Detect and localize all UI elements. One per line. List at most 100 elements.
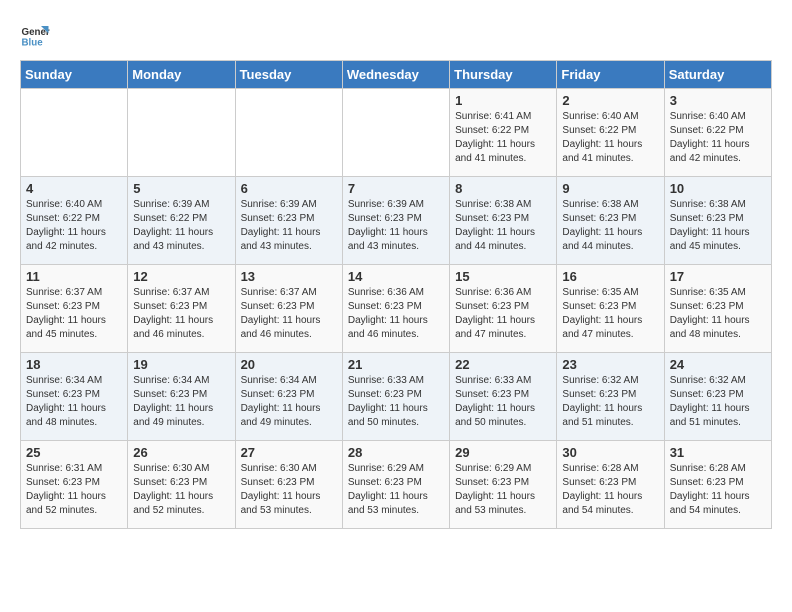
day-number: 13 — [241, 269, 337, 284]
calendar-day-cell — [21, 89, 128, 177]
calendar-table: SundayMondayTuesdayWednesdayThursdayFrid… — [20, 60, 772, 529]
calendar-day-cell: 5 Sunrise: 6:39 AM Sunset: 6:22 PM Daylig… — [128, 177, 235, 265]
day-info: Sunrise: 6:38 AM Sunset: 6:23 PM Dayligh… — [455, 198, 551, 254]
calendar-day-cell: 26Sunrise: 6:30 AM Sunset: 6:23 PM Dayli… — [128, 441, 235, 529]
calendar-day-cell: 30Sunrise: 6:28 AM Sunset: 6:23 PM Dayli… — [557, 441, 664, 529]
day-number: 16 — [562, 269, 658, 284]
day-number: 14 — [348, 269, 444, 284]
day-number: 4 — [26, 181, 122, 196]
calendar-day-cell: 21 Sunrise: 6:33 AM Sunset: 6:23 PM Dayli… — [342, 353, 449, 441]
calendar-day-cell: 29 Sunrise: 6:29 AM Sunset: 6:23 PM Dayli… — [450, 441, 557, 529]
logo-icon: General Blue — [20, 20, 50, 50]
day-info: Sunrise: 6:28 AM Sunset: 6:23 PM Dayligh… — [670, 462, 766, 518]
day-of-week-header: Sunday — [21, 61, 128, 89]
day-info: Sunrise: 6:33 AM Sunset: 6:23 PM Dayligh… — [348, 374, 444, 430]
day-info: Sunrise: 6:29 AM Sunset: 6:23 PM Dayligh… — [348, 462, 444, 518]
day-info: Sunrise: 6:34 AM Sunset: 6:23 PM Dayligh… — [133, 374, 229, 430]
calendar-header-row: SundayMondayTuesdayWednesdayThursdayFrid… — [21, 61, 772, 89]
calendar-week-row: 11 Sunrise: 6:37 AM Sunset: 6:23 PM Dayli… — [21, 265, 772, 353]
day-info: Sunrise: 6:39 AM Sunset: 6:22 PM Dayligh… — [133, 198, 229, 254]
day-number: 9 — [562, 181, 658, 196]
day-info: Sunrise: 6:34 AM Sunset: 6:23 PM Dayligh… — [26, 374, 122, 430]
calendar-week-row: 1 Sunrise: 6:41 AM Sunset: 6:22 PM Daylig… — [21, 89, 772, 177]
calendar-day-cell — [235, 89, 342, 177]
calendar-day-cell — [342, 89, 449, 177]
day-info: Sunrise: 6:30 AM Sunset: 6:23 PM Dayligh… — [241, 462, 337, 518]
calendar-day-cell: 23 Sunrise: 6:32 AM Sunset: 6:23 PM Dayli… — [557, 353, 664, 441]
day-info: Sunrise: 6:35 AM Sunset: 6:23 PM Dayligh… — [562, 286, 658, 342]
day-number: 3 — [670, 93, 766, 108]
calendar-day-cell: 31 Sunrise: 6:28 AM Sunset: 6:23 PM Dayli… — [664, 441, 771, 529]
day-number: 15 — [455, 269, 551, 284]
day-number: 31 — [670, 445, 766, 460]
calendar-day-cell: 8 Sunrise: 6:38 AM Sunset: 6:23 PM Daylig… — [450, 177, 557, 265]
page-header: General Blue — [20, 20, 772, 50]
day-info: Sunrise: 6:34 AM Sunset: 6:23 PM Dayligh… — [241, 374, 337, 430]
day-of-week-header: Wednesday — [342, 61, 449, 89]
calendar-day-cell: 19 Sunrise: 6:34 AM Sunset: 6:23 PM Dayli… — [128, 353, 235, 441]
day-number: 22 — [455, 357, 551, 372]
calendar-day-cell: 7Sunrise: 6:39 AM Sunset: 6:23 PM Daylig… — [342, 177, 449, 265]
calendar-day-cell: 28 Sunrise: 6:29 AM Sunset: 6:23 PM Dayli… — [342, 441, 449, 529]
day-info: Sunrise: 6:37 AM Sunset: 6:23 PM Dayligh… — [133, 286, 229, 342]
day-number: 28 — [348, 445, 444, 460]
day-of-week-header: Tuesday — [235, 61, 342, 89]
day-number: 20 — [241, 357, 337, 372]
calendar-day-cell: 12 Sunrise: 6:37 AM Sunset: 6:23 PM Dayli… — [128, 265, 235, 353]
calendar-week-row: 25Sunrise: 6:31 AM Sunset: 6:23 PM Dayli… — [21, 441, 772, 529]
calendar-day-cell: 17 Sunrise: 6:35 AM Sunset: 6:23 PM Dayli… — [664, 265, 771, 353]
day-number: 23 — [562, 357, 658, 372]
day-info: Sunrise: 6:32 AM Sunset: 6:23 PM Dayligh… — [670, 374, 766, 430]
calendar-day-cell: 25Sunrise: 6:31 AM Sunset: 6:23 PM Dayli… — [21, 441, 128, 529]
calendar-day-cell: 20 Sunrise: 6:34 AM Sunset: 6:23 PM Dayli… — [235, 353, 342, 441]
day-of-week-header: Friday — [557, 61, 664, 89]
day-info: Sunrise: 6:37 AM Sunset: 6:23 PM Dayligh… — [26, 286, 122, 342]
day-number: 27 — [241, 445, 337, 460]
day-info: Sunrise: 6:36 AM Sunset: 6:23 PM Dayligh… — [455, 286, 551, 342]
calendar-day-cell: 14Sunrise: 6:36 AM Sunset: 6:23 PM Dayli… — [342, 265, 449, 353]
day-of-week-header: Thursday — [450, 61, 557, 89]
day-number: 6 — [241, 181, 337, 196]
calendar-day-cell: 27 Sunrise: 6:30 AM Sunset: 6:23 PM Dayli… — [235, 441, 342, 529]
calendar-day-cell: 15 Sunrise: 6:36 AM Sunset: 6:23 PM Dayli… — [450, 265, 557, 353]
calendar-day-cell: 13 Sunrise: 6:37 AM Sunset: 6:23 PM Dayli… — [235, 265, 342, 353]
calendar-day-cell: 24 Sunrise: 6:32 AM Sunset: 6:23 PM Dayli… — [664, 353, 771, 441]
day-number: 8 — [455, 181, 551, 196]
day-number: 11 — [26, 269, 122, 284]
day-number: 19 — [133, 357, 229, 372]
day-info: Sunrise: 6:35 AM Sunset: 6:23 PM Dayligh… — [670, 286, 766, 342]
day-number: 10 — [670, 181, 766, 196]
calendar-day-cell: 1 Sunrise: 6:41 AM Sunset: 6:22 PM Daylig… — [450, 89, 557, 177]
day-of-week-header: Monday — [128, 61, 235, 89]
day-info: Sunrise: 6:33 AM Sunset: 6:23 PM Dayligh… — [455, 374, 551, 430]
calendar-day-cell: 10Sunrise: 6:38 AM Sunset: 6:23 PM Dayli… — [664, 177, 771, 265]
day-number: 17 — [670, 269, 766, 284]
calendar-day-cell: 16 Sunrise: 6:35 AM Sunset: 6:23 PM Dayli… — [557, 265, 664, 353]
calendar-day-cell: 18 Sunrise: 6:34 AM Sunset: 6:23 PM Dayli… — [21, 353, 128, 441]
day-info: Sunrise: 6:41 AM Sunset: 6:22 PM Dayligh… — [455, 110, 551, 166]
calendar-week-row: 4Sunrise: 6:40 AM Sunset: 6:22 PM Daylig… — [21, 177, 772, 265]
day-number: 25 — [26, 445, 122, 460]
day-number: 12 — [133, 269, 229, 284]
calendar-day-cell: 9 Sunrise: 6:38 AM Sunset: 6:23 PM Daylig… — [557, 177, 664, 265]
day-info: Sunrise: 6:32 AM Sunset: 6:23 PM Dayligh… — [562, 374, 658, 430]
day-number: 1 — [455, 93, 551, 108]
day-info: Sunrise: 6:38 AM Sunset: 6:23 PM Dayligh… — [562, 198, 658, 254]
day-number: 21 — [348, 357, 444, 372]
day-info: Sunrise: 6:29 AM Sunset: 6:23 PM Dayligh… — [455, 462, 551, 518]
day-number: 2 — [562, 93, 658, 108]
day-info: Sunrise: 6:37 AM Sunset: 6:23 PM Dayligh… — [241, 286, 337, 342]
day-number: 29 — [455, 445, 551, 460]
logo: General Blue — [20, 20, 50, 50]
calendar-day-cell: 11 Sunrise: 6:37 AM Sunset: 6:23 PM Dayli… — [21, 265, 128, 353]
calendar-day-cell: 22 Sunrise: 6:33 AM Sunset: 6:23 PM Dayli… — [450, 353, 557, 441]
calendar-week-row: 18 Sunrise: 6:34 AM Sunset: 6:23 PM Dayli… — [21, 353, 772, 441]
day-number: 30 — [562, 445, 658, 460]
calendar-day-cell — [128, 89, 235, 177]
day-number: 24 — [670, 357, 766, 372]
day-info: Sunrise: 6:40 AM Sunset: 6:22 PM Dayligh… — [562, 110, 658, 166]
day-number: 5 — [133, 181, 229, 196]
day-number: 18 — [26, 357, 122, 372]
svg-text:Blue: Blue — [22, 38, 44, 49]
day-info: Sunrise: 6:40 AM Sunset: 6:22 PM Dayligh… — [670, 110, 766, 166]
